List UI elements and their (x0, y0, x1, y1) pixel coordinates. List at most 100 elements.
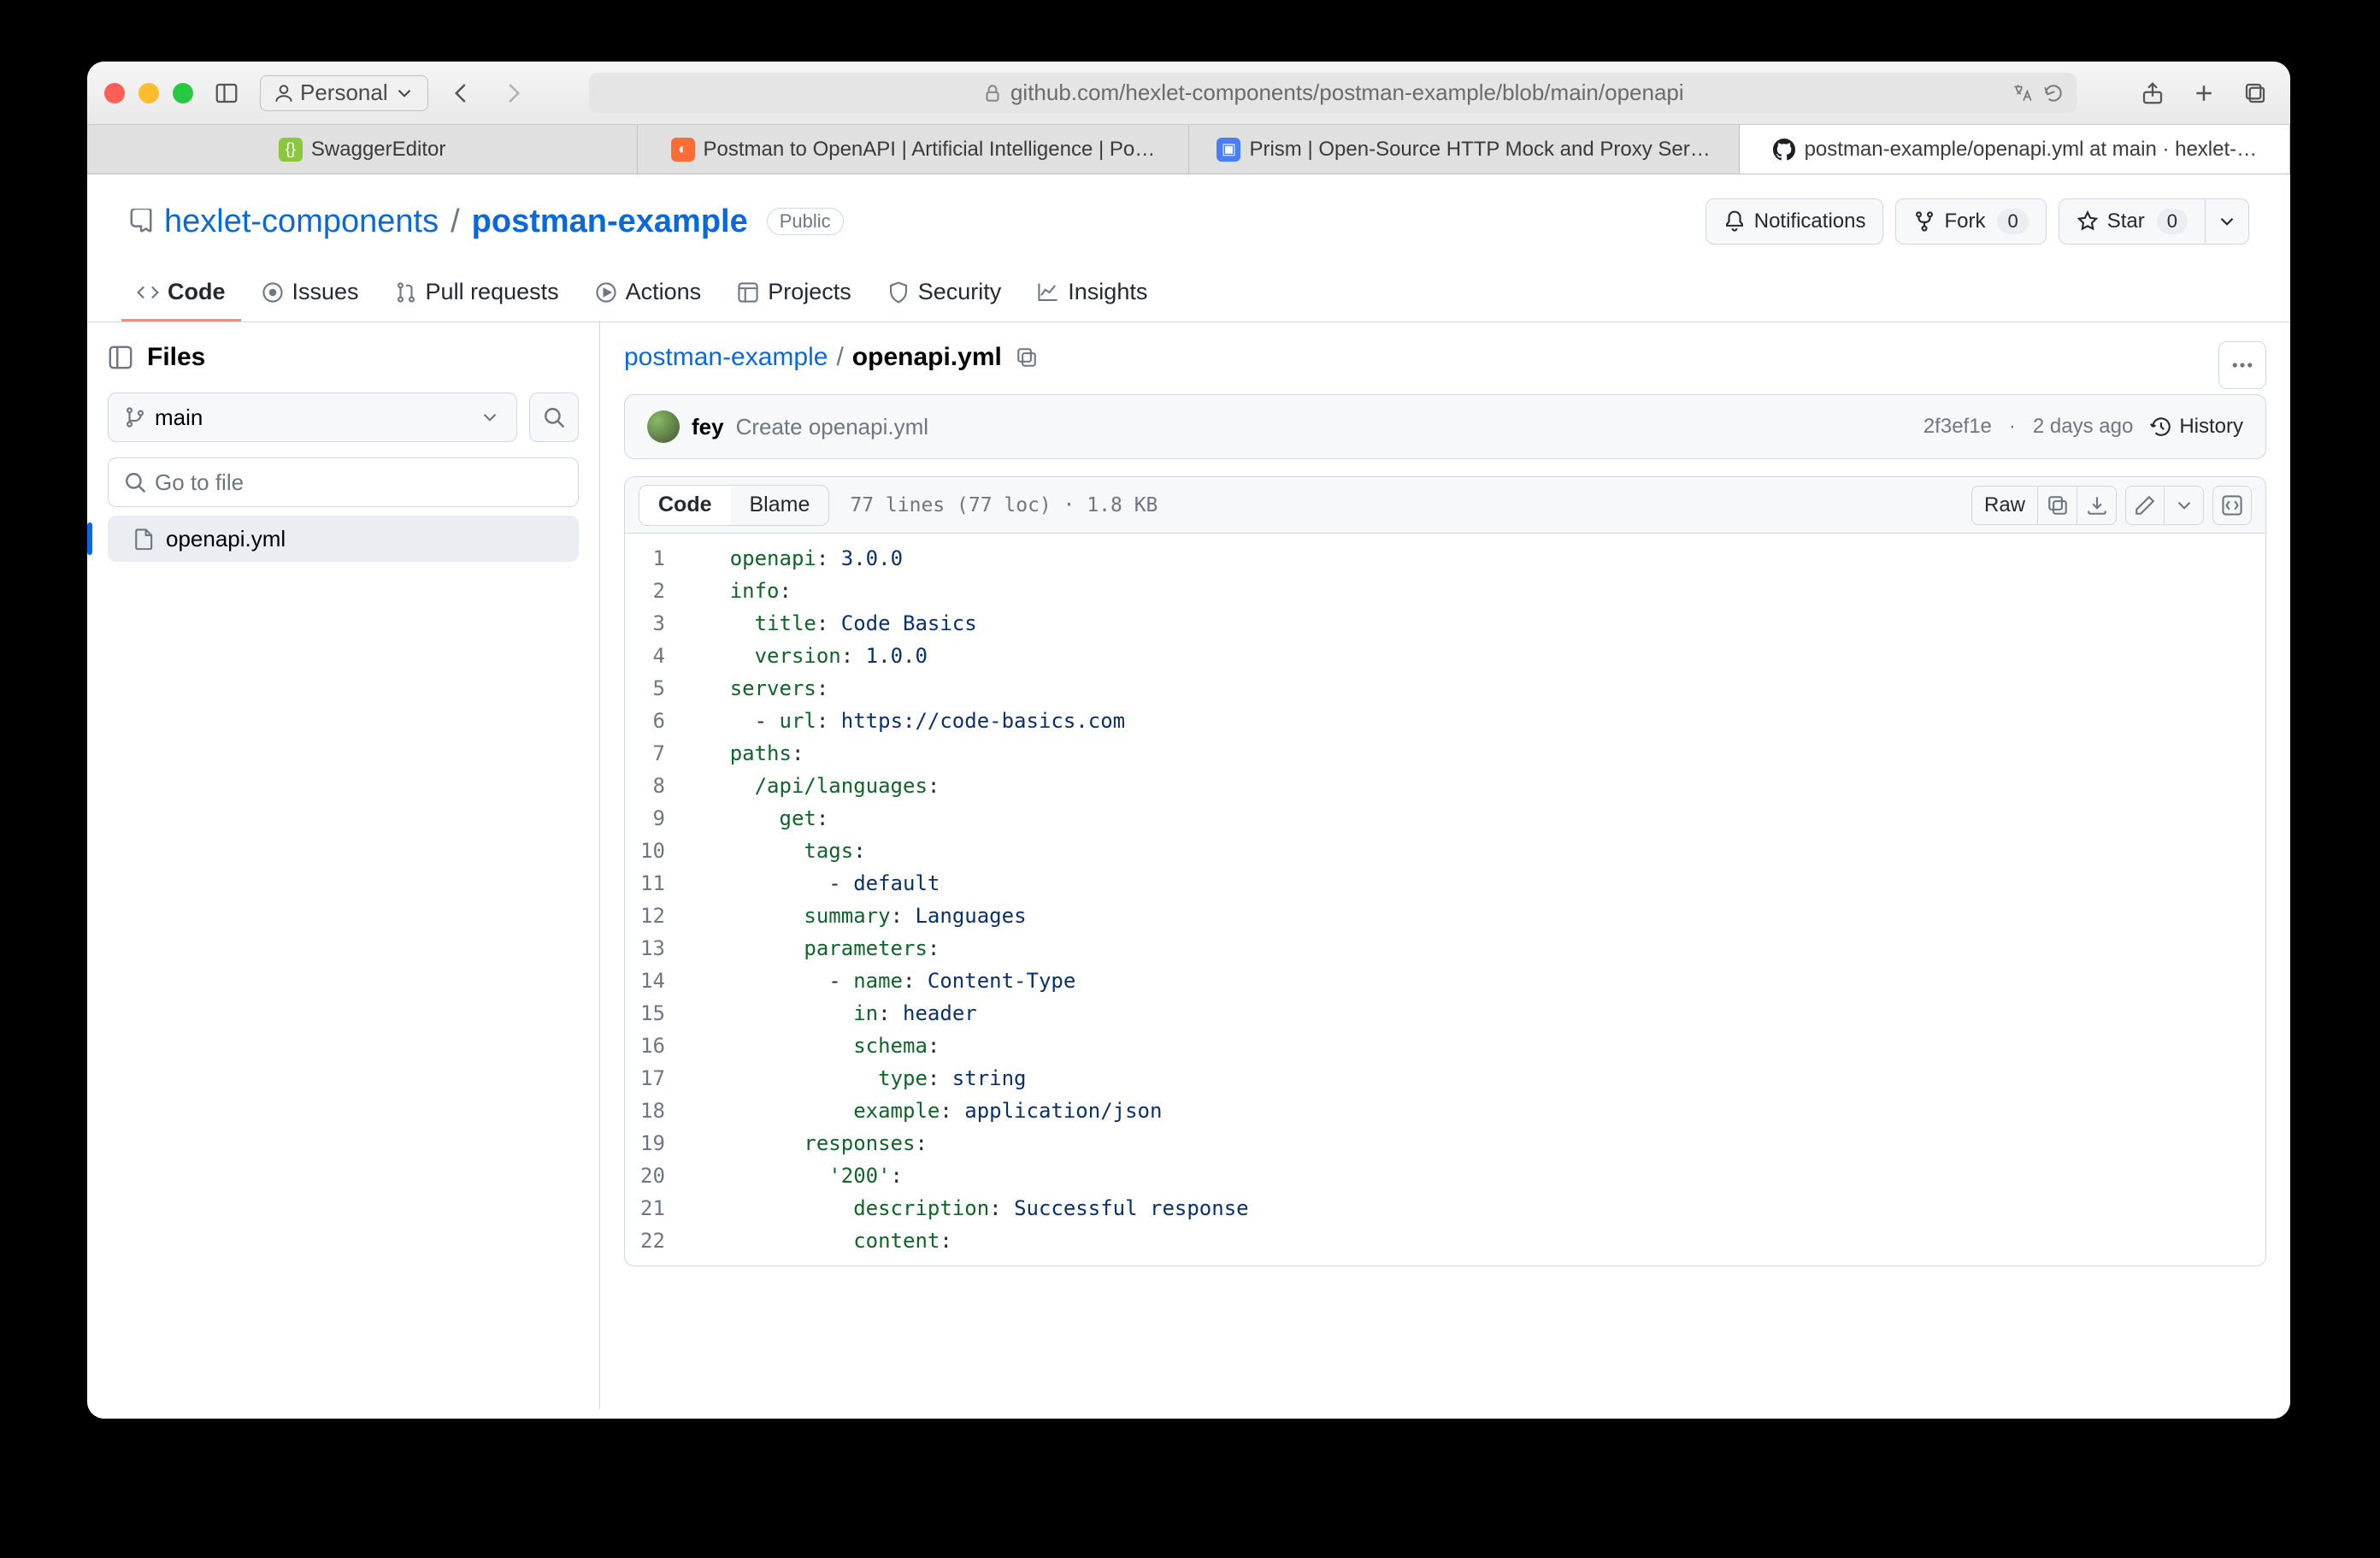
nav-label: Projects (768, 279, 851, 305)
panel-icon[interactable] (108, 345, 133, 370)
author-avatar[interactable] (647, 410, 680, 443)
code-tab[interactable]: Code (639, 486, 731, 525)
download-icon (2086, 494, 2108, 516)
repo-link[interactable]: postman-example (472, 204, 748, 240)
nav-projects[interactable]: Projects (722, 265, 867, 322)
nav-issues[interactable]: Issues (246, 265, 374, 322)
nav-security[interactable]: Security (872, 265, 1017, 322)
code-body: 12345678910111213141516171819202122 open… (625, 534, 2265, 1266)
source-code[interactable]: openapi: 3.0.0 info: title: Code Basics … (680, 534, 1249, 1266)
tab-prism[interactable]: ▣ Prism | Open-Source HTTP Mock and Proxy… (1189, 125, 1740, 174)
kebab-icon (2230, 353, 2254, 377)
chevron-down-icon (2173, 494, 2195, 516)
pencil-icon (2134, 494, 2156, 516)
symbols-button[interactable] (2212, 486, 2252, 525)
back-button[interactable] (444, 75, 480, 111)
project-icon (737, 281, 759, 304)
share-icon[interactable] (2135, 75, 2171, 111)
prism-favicon: ▣ (1217, 138, 1240, 162)
url-bar[interactable]: github.com/hexlet-components/postman-exa… (589, 73, 2077, 114)
file-view: postman-example / openapi.yml fey Create… (600, 322, 2290, 1409)
files-title: Files (147, 343, 205, 372)
commit-author[interactable]: fey (692, 414, 724, 440)
tab-label: SwaggerEditor (311, 138, 445, 162)
profile-button[interactable]: Personal (260, 75, 428, 111)
breadcrumb-separator: / (836, 343, 843, 372)
more-options-button[interactable] (2218, 341, 2266, 389)
page-content: hexlet-components / postman-example Publ… (87, 174, 2290, 1419)
star-label: Star (2107, 210, 2145, 233)
url-text: github.com/hexlet-components/postman-exa… (1010, 80, 1684, 106)
repo-nav: Code Issues Pull requests Actions Projec… (87, 265, 2290, 322)
goto-file-input[interactable]: Go to file (108, 457, 579, 507)
browser-toolbar: Personal github.com/hexlet-components/po… (87, 62, 2290, 125)
file-name: openapi.yml (166, 526, 286, 552)
fork-count: 0 (1997, 209, 2028, 234)
history-button[interactable]: History (2150, 415, 2243, 439)
nav-label: Actions (626, 279, 702, 305)
tab-postman[interactable]: ◐Postman to OpenAPI | Artificial Intelli… (638, 125, 1188, 174)
nav-actions[interactable]: Actions (580, 265, 717, 322)
files-heading: Files (108, 343, 579, 372)
search-tree-button[interactable] (529, 392, 579, 442)
nav-label: Insights (1068, 279, 1147, 305)
tab-github[interactable]: postman-example/openapi.yml at main · he… (1740, 125, 2290, 174)
tab-label: Postman to OpenAPI | Artificial Intellig… (704, 138, 1156, 162)
file-tree-item[interactable]: openapi.yml (108, 516, 579, 562)
bell-icon (1723, 210, 1746, 233)
path-separator: / (451, 204, 460, 240)
line-numbers: 12345678910111213141516171819202122 (625, 534, 680, 1266)
nav-label: Pull requests (426, 279, 559, 305)
fork-label: Fork (1944, 210, 1985, 233)
commit-sha[interactable]: 2f3ef1e (1923, 415, 1992, 439)
nav-insights[interactable]: Insights (1022, 265, 1163, 322)
tab-swagger[interactable]: {}SwaggerEditor (87, 125, 638, 174)
fork-icon (1913, 210, 1935, 233)
repo-header: hexlet-components / postman-example Publ… (87, 174, 2290, 245)
tab-label: Prism | Open-Source HTTP Mock and Proxy … (1249, 138, 1710, 162)
reload-icon[interactable] (2042, 82, 2065, 104)
raw-button[interactable]: Raw (1971, 486, 2038, 525)
nav-label: Issues (292, 279, 359, 305)
maximize-window-button[interactable] (173, 83, 193, 103)
github-favicon (1772, 138, 1796, 162)
nav-label: Security (918, 279, 1002, 305)
commit-message[interactable]: Create openapi.yml (736, 414, 928, 440)
play-icon (595, 281, 617, 304)
breadcrumb-repo[interactable]: postman-example (624, 343, 828, 372)
tab-label: postman-example/openapi.yml at main · he… (1805, 138, 2258, 162)
copy-path-button[interactable] (1016, 346, 1038, 369)
forward-button[interactable] (495, 75, 531, 111)
breadcrumb-file: openapi.yml (852, 343, 1002, 372)
star-button[interactable]: Star 0 (2059, 198, 2206, 245)
translate-icon[interactable] (2012, 82, 2034, 104)
fork-button[interactable]: Fork 0 (1895, 198, 2046, 245)
nav-label: Code (168, 279, 226, 305)
minimize-window-button[interactable] (138, 83, 159, 103)
branch-icon (124, 406, 146, 428)
copy-icon (2047, 494, 2069, 516)
blame-tab[interactable]: Blame (731, 486, 829, 525)
history-icon (2150, 416, 2172, 438)
nav-pulls[interactable]: Pull requests (380, 265, 574, 322)
view-mode-segment: Code Blame (639, 485, 829, 526)
goto-file-placeholder: Go to file (155, 469, 244, 496)
branch-selector[interactable]: main (108, 392, 517, 442)
new-tab-icon[interactable] (2186, 75, 2222, 111)
close-window-button[interactable] (104, 83, 125, 103)
latest-commit: fey Create openapi.yml 2f3ef1e · 2 days … (624, 394, 2266, 459)
download-button[interactable] (2077, 486, 2117, 525)
star-menu-button[interactable] (2206, 198, 2249, 245)
edit-menu-button[interactable] (2165, 486, 2204, 525)
nav-code[interactable]: Code (121, 265, 241, 322)
symbols-icon (2221, 494, 2243, 516)
repo-actions: Notifications Fork 0 Star 0 (1705, 198, 2249, 245)
tabs-overview-icon[interactable] (2237, 75, 2273, 111)
notifications-button[interactable]: Notifications (1705, 198, 1884, 245)
copy-button[interactable] (2038, 486, 2077, 525)
sidebar-toggle-icon[interactable] (209, 75, 244, 111)
star-count: 0 (2157, 209, 2188, 234)
edit-button[interactable] (2125, 486, 2165, 525)
owner-link[interactable]: hexlet-components (164, 204, 439, 240)
url-extensions (2012, 82, 2065, 104)
